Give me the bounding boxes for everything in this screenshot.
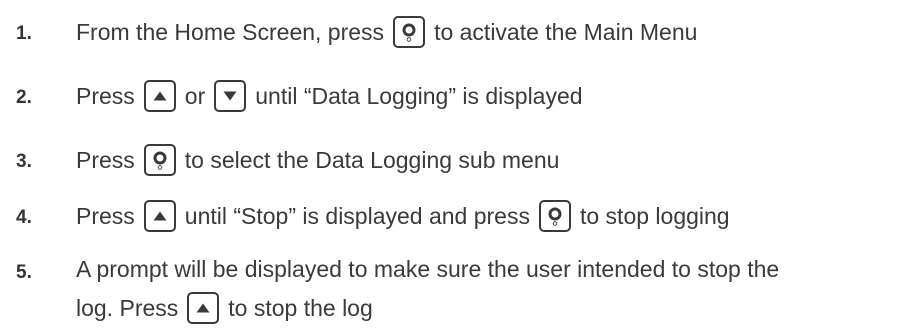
select-button-key — [393, 16, 426, 48]
step-text: From the Home Screen, press — [76, 19, 385, 45]
select-button-key — [143, 144, 176, 176]
select-button-key — [538, 200, 571, 232]
down-arrow-key — [214, 80, 247, 112]
select-icon — [548, 207, 562, 226]
step-4: 4. Press until “Stop” is displayed and p… — [0, 196, 922, 236]
step-number: 3. — [16, 151, 32, 172]
up-arrow-icon — [153, 91, 167, 101]
step-text: to activate the Main Menu — [434, 19, 698, 45]
step-text: log. Press — [76, 295, 179, 321]
step-3: 3. Press to select the Data Logging sub … — [0, 140, 922, 180]
step-text: A prompt will be displayed to make sure … — [76, 256, 780, 282]
up-arrow-key — [187, 292, 220, 324]
step-number: 2. — [16, 87, 32, 108]
select-icon — [153, 151, 167, 170]
step-text: to stop the log — [228, 295, 373, 321]
step-text: Press — [76, 83, 135, 109]
up-arrow-icon — [153, 211, 167, 221]
step-text: or — [184, 83, 206, 109]
step-text: Press — [76, 203, 135, 229]
step-text: until “Stop” is displayed and press — [184, 203, 530, 229]
up-arrow-key — [143, 80, 176, 112]
down-arrow-icon — [223, 91, 237, 101]
select-icon — [402, 23, 416, 42]
step-text: until “Data Logging” is displayed — [255, 83, 583, 109]
instruction-steps: 1. From the Home Screen, press to activa… — [0, 0, 922, 332]
up-arrow-icon — [196, 303, 210, 313]
step-number: 5. — [16, 262, 32, 283]
step-text: Press — [76, 147, 135, 173]
up-arrow-key — [143, 200, 176, 232]
step-number: 1. — [16, 23, 32, 44]
step-text: to stop logging — [579, 203, 730, 229]
step-1: 1. From the Home Screen, press to activa… — [0, 12, 922, 52]
step-text: to select the Data Logging sub menu — [184, 147, 560, 173]
step-2: 2. Press or until “Data Logging” is disp… — [0, 76, 922, 116]
step-number: 4. — [16, 207, 32, 228]
step-5: 5. A prompt will be displayed to make su… — [0, 250, 922, 330]
